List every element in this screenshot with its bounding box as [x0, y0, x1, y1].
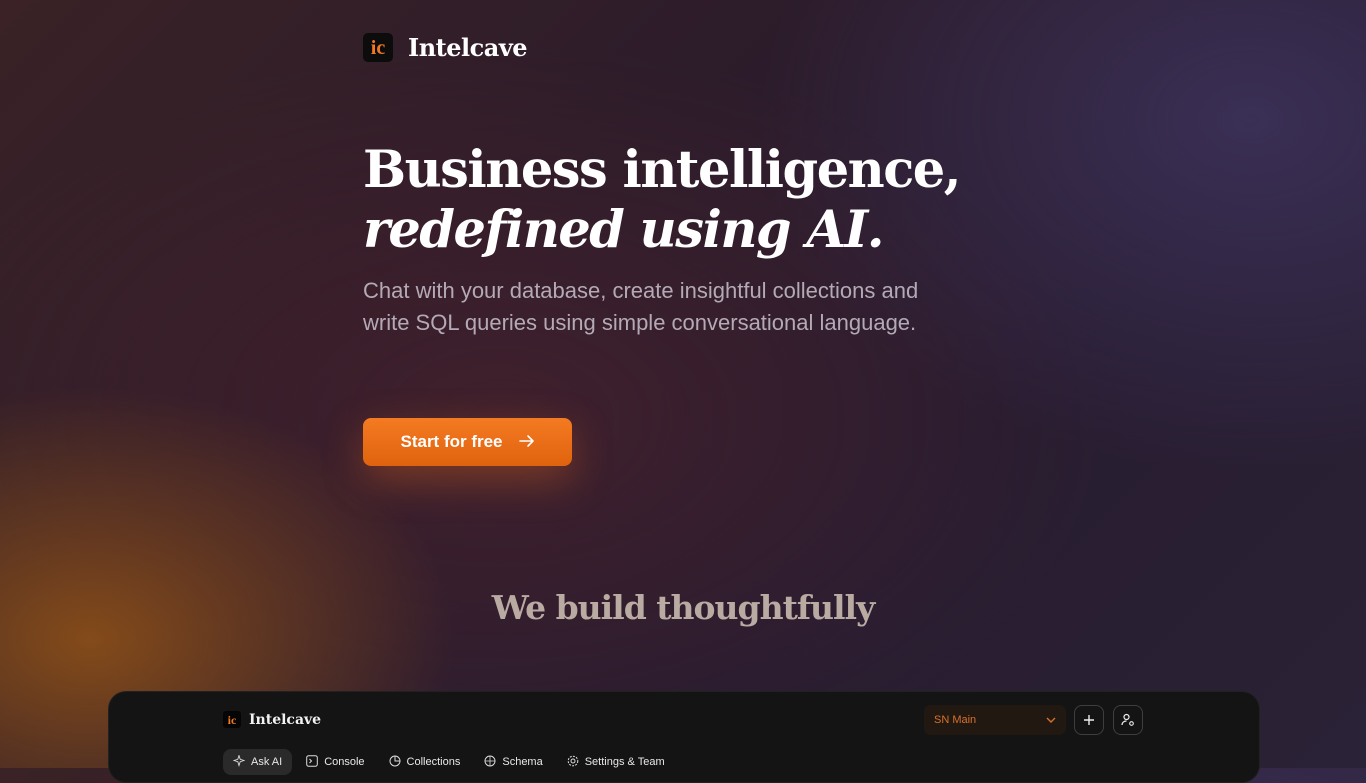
tab-schema[interactable]: Schema — [474, 749, 552, 775]
plus-icon — [1084, 715, 1094, 725]
app-tabs: Ask AI Console Collections Schema Settin… — [223, 749, 675, 775]
section-title: We build thoughtfully — [491, 588, 876, 627]
tab-label: Console — [324, 756, 365, 768]
tab-collections[interactable]: Collections — [379, 749, 471, 775]
app-brand-name: Intelcave — [249, 711, 322, 728]
app-preview: ic Intelcave SN Main Ask AI Console Coll… — [108, 691, 1260, 783]
tab-label: Settings & Team — [584, 756, 665, 768]
app-logo: ic Intelcave — [223, 711, 321, 728]
user-settings-button[interactable] — [1113, 705, 1143, 735]
sparkle-icon — [232, 753, 246, 770]
brand-name: Intelcave — [408, 33, 528, 62]
tab-ask-ai[interactable]: Ask AI — [223, 749, 293, 775]
hero-title-line1: Business intelligence, — [363, 140, 962, 200]
workspace-label: SN Main — [934, 714, 977, 726]
start-for-free-button[interactable]: Start for free — [363, 418, 572, 466]
tab-console[interactable]: Console — [296, 749, 374, 775]
tab-label: Ask AI — [251, 756, 283, 768]
add-button[interactable] — [1074, 705, 1104, 735]
tab-label: Schema — [502, 756, 543, 768]
site-logo[interactable]: ic Intelcave — [363, 33, 528, 62]
tab-label: Collections — [406, 756, 461, 768]
user-gear-icon — [1121, 713, 1134, 726]
hero-subtitle: Chat with your database, create insightf… — [363, 278, 919, 335]
cta-label: Start for free — [400, 432, 503, 451]
gear-icon — [567, 755, 579, 770]
arrow-right-icon — [518, 432, 535, 453]
pie-chart-icon — [389, 755, 401, 770]
chevron-down-icon — [1046, 714, 1056, 726]
app-logo-mark: ic — [223, 711, 241, 728]
logo-mark: ic — [363, 33, 393, 62]
globe-icon — [484, 755, 496, 770]
hero-title: Business intelligence, redefined using A… — [363, 140, 1083, 260]
hero-title-line2: redefined using AI. — [363, 200, 885, 260]
tab-settings-team[interactable]: Settings & Team — [557, 749, 675, 775]
workspace-select[interactable]: SN Main — [924, 705, 1066, 735]
terminal-icon — [306, 754, 318, 770]
